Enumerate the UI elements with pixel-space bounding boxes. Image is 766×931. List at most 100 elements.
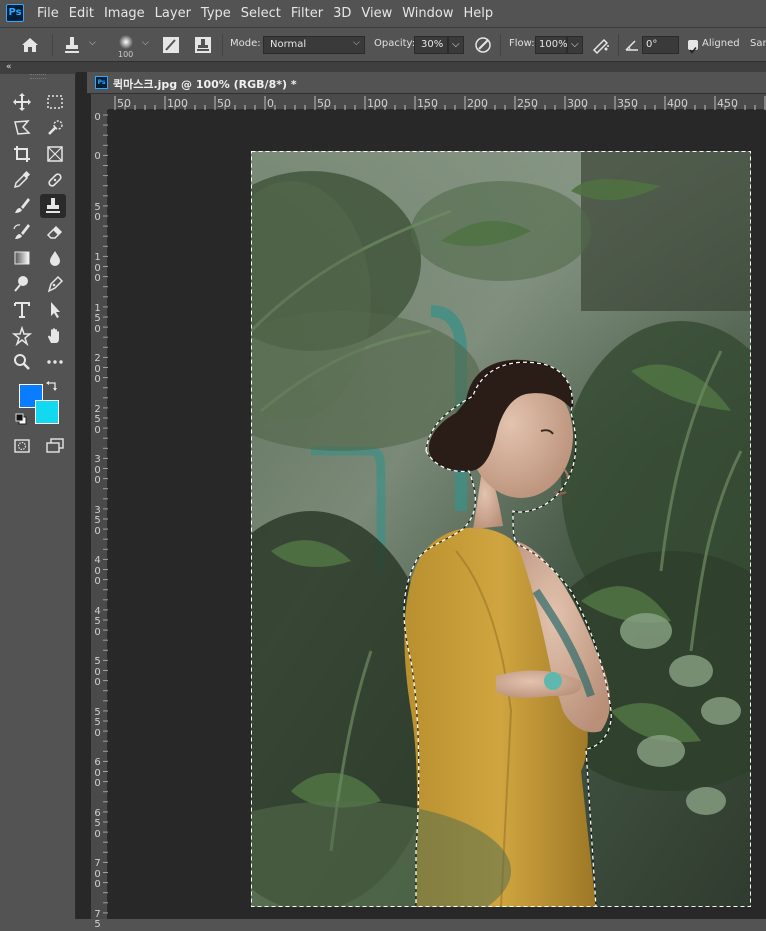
ruler-label: 6 5 0 — [94, 807, 101, 840]
pen-icon — [47, 275, 64, 293]
aligned-label: Aligned — [702, 38, 740, 49]
more-tools[interactable] — [42, 350, 68, 374]
blur-tool[interactable] — [42, 246, 68, 270]
marquee-tool[interactable] — [42, 90, 68, 114]
dodge-icon — [14, 276, 28, 292]
brush-chevron-icon[interactable]: ⌵ — [142, 38, 149, 48]
shape-icon — [12, 326, 32, 346]
options-separator — [52, 34, 53, 56]
ruler-label: 3 5 0 — [94, 504, 101, 537]
brush-tool[interactable] — [9, 194, 35, 218]
pressure-opacity-icon[interactable] — [472, 34, 494, 56]
menu-image[interactable]: Image — [104, 0, 145, 27]
screen-mode[interactable] — [42, 434, 68, 458]
frame-tool[interactable] — [42, 142, 68, 166]
move-tool[interactable] — [9, 90, 35, 114]
opacity-chevron-icon: ⌵ — [452, 39, 460, 50]
aligned-checkbox[interactable] — [688, 40, 698, 54]
eyedropper-icon — [13, 170, 31, 189]
quick-mask-icon — [14, 439, 30, 453]
ruler-label: 2 5 0 — [94, 403, 101, 436]
arrow-cursor-icon — [51, 302, 60, 318]
ruler-label: 100 — [367, 97, 388, 110]
healing-brush-tool[interactable] — [42, 168, 68, 192]
angle-input[interactable]: 0° — [642, 36, 679, 54]
ruler-label: 300 — [567, 97, 588, 110]
crop-icon — [14, 146, 30, 162]
ruler-label: 5 0 — [94, 201, 101, 223]
gradient-tool[interactable] — [9, 246, 35, 270]
menu-help[interactable]: Help — [464, 0, 494, 27]
opacity-label: Opacity: — [374, 38, 416, 49]
clone-stamp-tool[interactable] — [40, 194, 66, 218]
background-color-swatch[interactable] — [35, 400, 59, 424]
ruler-label: 0 — [94, 112, 101, 123]
custom-shape-tool[interactable] — [9, 324, 35, 348]
photoshop-logo-icon[interactable]: Ps — [6, 4, 24, 22]
brush-settings-icon[interactable] — [160, 34, 182, 56]
mode-chevron-icon[interactable]: ⌵ — [353, 38, 360, 48]
swap-colors-icon[interactable] — [45, 380, 61, 394]
canvas[interactable] — [108, 110, 766, 919]
opacity-dropdown[interactable]: ⌵ — [448, 36, 464, 54]
rect-marquee-icon — [47, 95, 63, 109]
menu-filter[interactable]: Filter — [291, 0, 323, 27]
ruler-label: 1 5 0 — [94, 302, 101, 335]
zoom-tool[interactable] — [9, 350, 35, 374]
menu-file[interactable]: File — [37, 0, 59, 27]
airbrush-icon[interactable] — [590, 34, 612, 56]
pen-tool[interactable] — [42, 272, 68, 296]
clone-stamp-preset-icon[interactable] — [61, 34, 83, 56]
panel-grip[interactable] — [30, 74, 46, 79]
hand-tool[interactable] — [42, 324, 68, 348]
menu-window[interactable]: Window — [402, 0, 453, 27]
menu-type[interactable]: Type — [201, 0, 231, 27]
eyedropper-tool[interactable] — [9, 168, 35, 192]
eraser-tool[interactable] — [42, 220, 68, 244]
collapse-panel-icon[interactable]: « — [6, 62, 12, 72]
quick-selection-tool[interactable] — [42, 116, 68, 140]
ruler-label: 450 — [717, 97, 738, 110]
ruler-label: 6 0 0 — [94, 757, 101, 789]
lasso-tool[interactable] — [9, 116, 35, 140]
menu-edit[interactable]: Edit — [69, 0, 94, 27]
home-icon[interactable] — [19, 34, 41, 56]
ruler-label: 0 — [94, 151, 101, 162]
gradient-icon — [14, 251, 30, 265]
menu-view[interactable]: View — [361, 0, 392, 27]
ruler-label: 5 5 0 — [94, 706, 101, 739]
mode-select[interactable]: Normal — [263, 36, 365, 54]
ruler-label: 2 0 0 — [94, 353, 101, 385]
document-image[interactable] — [251, 151, 751, 907]
clone-source-icon[interactable] — [192, 34, 214, 56]
menu-select[interactable]: Select — [241, 0, 281, 27]
angle-icon — [621, 34, 643, 56]
ruler-label: 3 0 0 — [94, 454, 101, 486]
document-tab-ps-icon: Ps — [95, 76, 108, 89]
opacity-value: 30% — [421, 39, 444, 50]
flow-dropdown[interactable]: ⌵ — [567, 36, 583, 54]
history-brush-tool[interactable] — [9, 220, 35, 244]
ruler-label: 50 — [217, 97, 231, 110]
menu-layer[interactable]: Layer — [155, 0, 191, 27]
type-tool[interactable] — [9, 298, 35, 322]
flow-input[interactable]: 100% — [535, 36, 568, 54]
options-separator — [500, 34, 501, 56]
default-colors-icon[interactable] — [15, 413, 29, 427]
ruler-label: 7 5 — [94, 908, 101, 930]
bandage-icon — [48, 173, 62, 187]
opacity-input[interactable]: 30% — [414, 36, 448, 54]
options-separator — [618, 34, 619, 56]
angle-value: 0° — [646, 39, 658, 50]
path-selection-tool[interactable] — [42, 298, 68, 322]
menu-3d[interactable]: 3D — [333, 0, 351, 27]
dodge-tool[interactable] — [9, 272, 35, 296]
crop-tool[interactable] — [9, 142, 35, 166]
preset-chevron-icon[interactable]: ⌵ — [89, 38, 96, 48]
ruler-origin[interactable] — [91, 94, 108, 110]
document-tab-title[interactable]: 퀵마스크.jpg @ 100% (RGB/8*) * — [113, 76, 297, 92]
quick-mask-mode[interactable] — [9, 434, 35, 458]
menu-bar: Ps File Edit Image Layer Type Select Fil… — [0, 0, 766, 27]
type-icon — [14, 302, 30, 318]
history-brush-icon — [13, 224, 30, 239]
